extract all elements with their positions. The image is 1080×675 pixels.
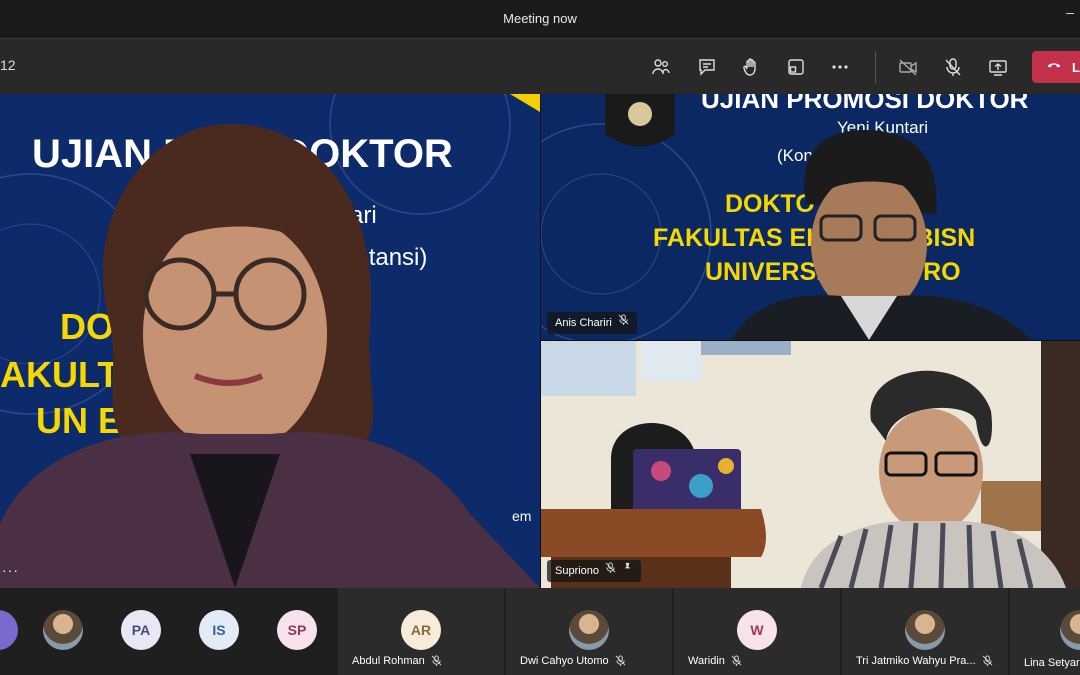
participant-name: Tri Jatmiko Wahyu Pra... (856, 655, 976, 667)
share-screen-icon[interactable] (984, 53, 1012, 81)
pin-icon (622, 560, 633, 582)
participant-label: Tri Jatmiko Wahyu Pra... (856, 655, 993, 669)
avatar-photo (569, 610, 609, 650)
participant-label: Abdul Rohman (352, 655, 442, 669)
participants-icon[interactable] (647, 53, 675, 81)
minimize-button[interactable]: – (1066, 4, 1074, 20)
participant-name: Waridin (688, 655, 725, 667)
mic-muted-icon (731, 655, 742, 669)
mic-muted-icon (431, 655, 442, 669)
participant-label: Lina Setyarin (1024, 657, 1080, 669)
avatar-photo[interactable] (43, 610, 83, 650)
participant-tile[interactable]: W Waridin (673, 588, 840, 675)
chat-icon[interactable] (693, 53, 721, 81)
participant-name: Dwi Cahyo Utomo (520, 655, 609, 667)
participant-strip: PA IS SP AR Abdul Rohman Dwi Cahyo Utomo W Wari… (0, 588, 1080, 675)
mic-muted-icon (605, 560, 616, 582)
mic-muted-icon (618, 312, 629, 334)
leave-button[interactable]: L (1032, 51, 1080, 83)
avatar-partial[interactable] (0, 610, 18, 650)
participant-name: Abdul Rohman (352, 655, 425, 667)
title-bar: Meeting now – (0, 0, 1080, 38)
mic-off-icon[interactable] (939, 53, 967, 81)
participant-label: Dwi Cahyo Utomo (520, 655, 626, 669)
video-tile-supriono[interactable]: Supriono (541, 341, 1080, 588)
avatar-initials: AR (401, 610, 441, 650)
participant-tile[interactable]: Dwi Cahyo Utomo (505, 588, 672, 675)
participant-video (731, 130, 1031, 340)
video-tile-anis-chariri[interactable]: UJIAN PROMOSI DOKTOR Yeni Kuntari (Kon A… (541, 94, 1080, 340)
avatar-photo (905, 610, 945, 650)
meeting-toolbar: 12 L (0, 38, 1080, 94)
participant-tile[interactable]: AR Abdul Rohman (337, 588, 504, 675)
video-stage: UJIAN P OSI DOKTOR ntari kuntansi) DO KO… (0, 94, 1080, 588)
leave-label: L (1072, 59, 1080, 75)
toolbar-divider (875, 51, 876, 83)
avatar-initials: W (737, 610, 777, 650)
participant-video (541, 341, 1080, 588)
breakout-rooms-icon[interactable] (782, 53, 810, 81)
hang-up-icon (1046, 57, 1062, 78)
avatar-initials[interactable]: IS (199, 610, 239, 650)
mic-muted-icon (982, 655, 993, 669)
avatar-photo (1060, 610, 1080, 650)
avatar-initials[interactable]: PA (121, 610, 161, 650)
meeting-timer: 12 (0, 57, 16, 73)
participant-tile[interactable]: Tri Jatmiko Wahyu Pra... (841, 588, 1008, 675)
window-title: Meeting now (503, 11, 577, 26)
participant-nametag: Supriono (547, 560, 642, 582)
more-icon[interactable]: ··· (2, 562, 19, 578)
raise-hand-icon[interactable] (737, 53, 765, 81)
main-video-tile[interactable]: UJIAN P OSI DOKTOR ntari kuntansi) DO KO… (0, 94, 540, 588)
participant-name: Anis Chariri (555, 317, 612, 329)
more-options-icon[interactable] (826, 53, 854, 81)
camera-off-icon[interactable] (894, 53, 922, 81)
mic-muted-icon (615, 655, 626, 669)
presenter-video (0, 124, 540, 588)
participant-label: Waridin (688, 655, 742, 669)
participant-name: Lina Setyarin (1024, 657, 1080, 669)
participant-nametag: Anis Chariri (547, 312, 637, 334)
participant-tile[interactable]: Lina Setyarin (1009, 588, 1080, 675)
avatar-initials[interactable]: SP (277, 610, 317, 650)
participant-name: Supriono (555, 565, 600, 577)
